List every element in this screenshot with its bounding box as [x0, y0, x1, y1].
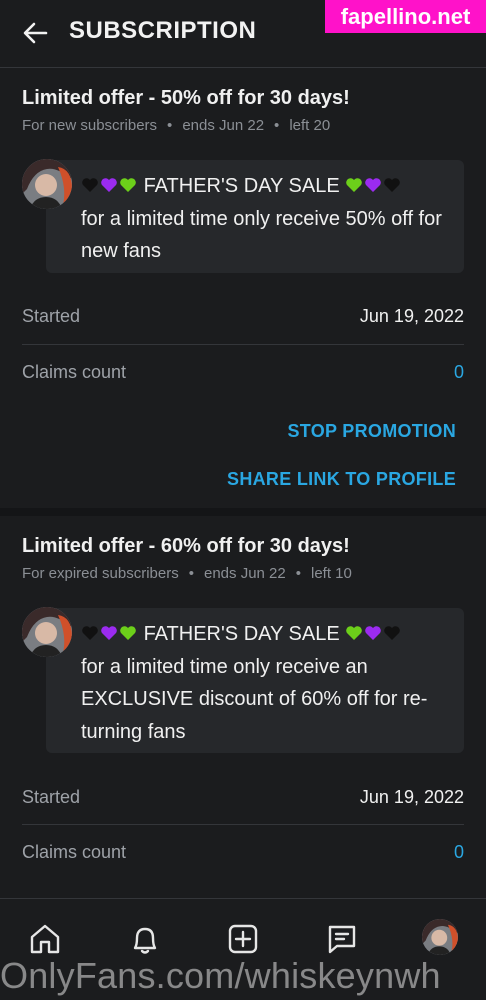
- started-value: Jun 19, 2022: [359, 787, 464, 807]
- promo-body-line: turning fans: [81, 720, 186, 743]
- promo-message-bubble: FATHER'S DAY SALE for a limited time onl…: [46, 608, 464, 753]
- message-icon[interactable]: [324, 921, 360, 957]
- separator-dot: •: [295, 565, 301, 582]
- share-link-to-profile-button[interactable]: SHARE LINK TO PROFILE: [227, 469, 456, 490]
- started-value: Jun 19, 2022: [359, 306, 464, 326]
- separator-dot: •: [188, 565, 194, 582]
- promo-body: for a limited time only receive 50% off …: [81, 207, 442, 263]
- divider: [22, 824, 464, 825]
- claims-count-label: Claims count: [22, 842, 127, 862]
- home-icon[interactable]: [27, 921, 63, 957]
- promo-body-line: for a limited time only receive an: [81, 655, 368, 678]
- promo-message-bubble: FATHER'S DAY SALE for a limited time onl…: [46, 160, 464, 273]
- started-label: Started: [22, 787, 81, 807]
- offer-title: Limited offer - 60% off for 30 days!: [22, 535, 350, 557]
- black-heart-icon: [384, 626, 401, 640]
- promo-message-line: FATHER'S DAY SALE: [81, 170, 446, 203]
- green-heart-icon: [346, 626, 363, 640]
- profile-avatar[interactable]: [422, 919, 458, 955]
- avatar[interactable]: [22, 159, 72, 209]
- offer-meta: For new subscribers • ends Jun 22 • left…: [22, 117, 330, 134]
- green-heart-icon: [120, 626, 136, 640]
- green-heart-icon: [346, 178, 363, 192]
- watermark-text: OnlyFans.com/whiskeynwh: [0, 955, 441, 996]
- offer-audience: For new subscribers: [22, 117, 158, 134]
- back-arrow-icon[interactable]: [20, 18, 50, 48]
- started-label: Started: [22, 306, 81, 326]
- offer-audience: For expired subscribers: [22, 565, 179, 582]
- offer-ends: ends Jun 22: [204, 565, 286, 582]
- offer-ends: ends Jun 22: [182, 117, 265, 134]
- black-heart-icon: [82, 626, 98, 640]
- separator-dot: •: [274, 117, 280, 134]
- black-heart-icon: [82, 178, 98, 192]
- plus-square-icon[interactable]: [225, 921, 261, 957]
- promo-body-line: EXCLUSIVE discount of 60% off for re-: [81, 688, 428, 710]
- page-title: SUBSCRIPTION: [69, 17, 257, 44]
- section-separator: [0, 508, 486, 516]
- bell-icon[interactable]: [127, 921, 163, 957]
- black-heart-icon: [384, 178, 401, 192]
- purple-heart-icon: [101, 178, 117, 192]
- separator-dot: •: [167, 117, 173, 134]
- offer-left: left 10: [311, 565, 352, 582]
- watermark-logo: fapellino.net: [325, 0, 486, 33]
- offer-title: Limited offer - 50% off for 30 days!: [22, 87, 350, 109]
- green-heart-icon: [120, 178, 136, 192]
- claims-count-value[interactable]: 0: [454, 842, 464, 863]
- claims-count-value[interactable]: 0: [454, 362, 464, 383]
- promo-message-line: FATHER'S DAY SALE: [81, 618, 446, 651]
- purple-heart-icon: [101, 626, 117, 640]
- offer-meta: For expired subscribers • ends Jun 22 • …: [22, 565, 352, 582]
- purple-heart-icon: [365, 178, 382, 192]
- offer-left: left 20: [289, 117, 331, 134]
- promo-title: FATHER'S DAY SALE: [143, 623, 340, 645]
- claims-count-label: Claims count: [22, 362, 127, 382]
- promo-title: FATHER'S DAY SALE: [143, 175, 340, 197]
- stop-promotion-button[interactable]: STOP PROMOTION: [287, 421, 456, 442]
- divider: [22, 344, 464, 345]
- avatar[interactable]: [22, 607, 72, 657]
- purple-heart-icon: [365, 626, 382, 640]
